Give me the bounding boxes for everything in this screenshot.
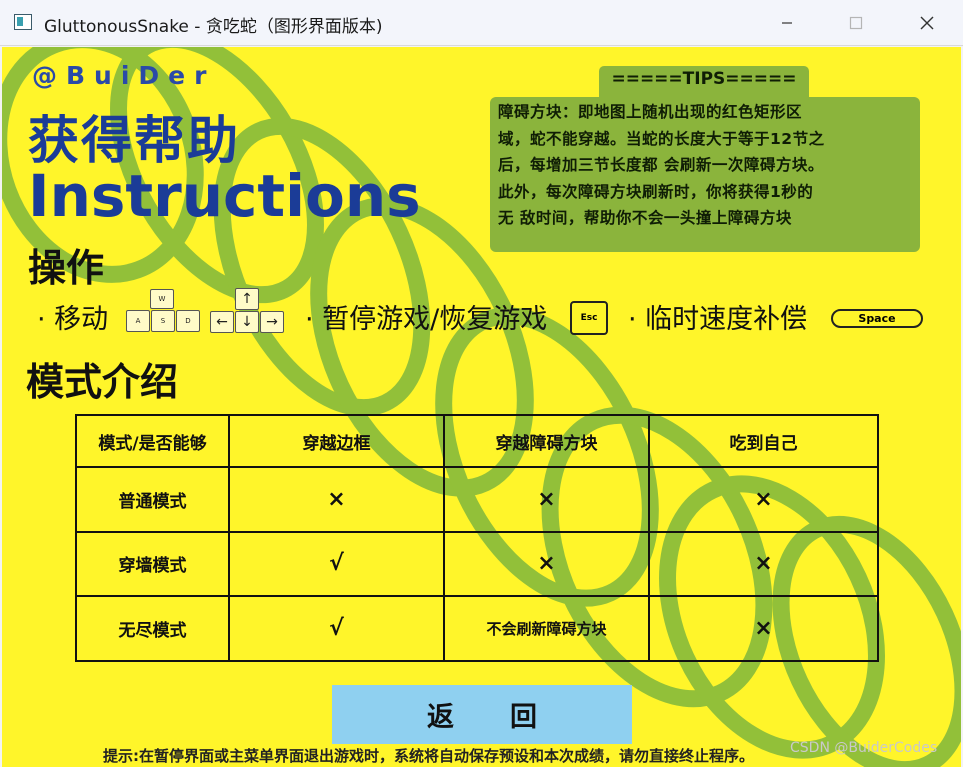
a-key-icon: A [126,310,150,332]
move-label: · 移动 [37,304,109,335]
help-screen: @BuiDer 获得帮助 Instructions 障碍方块：即地图上随机出现的… [2,47,961,767]
app-icon [14,14,32,30]
exit-hint: 提示:在暂停界面或主菜单界面退出游戏时，系统将自动保存预设和本次成绩，请勿直接终… [103,747,755,765]
back-button[interactable]: 返回 [332,685,632,744]
pause-label: · 暂停游戏/恢复游戏 [305,304,548,335]
column-header: 穿越障碍方块 [443,414,650,468]
table-row: 穿墙模式 √ × × [75,530,879,598]
table-cell: × [648,530,879,598]
window-title: GluttonousSnake - 贪吃蛇（图形界面版本) [44,17,383,37]
column-header: 穿越边框 [228,414,445,468]
table-cell: √ [228,530,445,598]
watermark: CSDN @BuiderCodes [790,740,938,756]
w-key-icon: W [150,289,174,309]
tips-title: =====TIPS===== [599,66,809,102]
modes-title: 模式介绍 [26,360,179,404]
boost-label: · 临时速度补偿 [628,304,808,335]
table-header-row: 模式/是否能够 穿越边框 穿越障碍方块 吃到自己 [75,414,879,468]
table-cell: × [443,530,650,598]
controls-title: 操作 [28,246,105,290]
table-cell: × [648,595,879,662]
page-title-en: Instructions [28,162,421,230]
arrow-down-key-icon: ↓ [235,311,259,333]
minimize-icon[interactable] [764,0,810,46]
maximize-icon[interactable] [833,0,879,46]
mode-name: 穿墙模式 [75,530,230,598]
title-bar: GluttonousSnake - 贪吃蛇（图形界面版本) [0,0,963,46]
tips-box: 障碍方块：即地图上随机出现的红色矩形区 域，蛇不能穿越。当蛇的长度大于等于12节… [490,97,920,252]
mode-name: 无尽模式 [75,595,230,662]
close-icon[interactable] [904,0,950,46]
column-header: 模式/是否能够 [75,414,230,468]
mode-name: 普通模式 [75,466,230,533]
table-cell: × [228,466,445,533]
column-header: 吃到自己 [648,414,879,468]
table-row: 无尽模式 √ 不会刷新障碍方块 × [75,595,879,662]
table-cell: √ [228,595,445,662]
modes-table: 模式/是否能够 穿越边框 穿越障碍方块 吃到自己 普通模式 × × × 穿墙模式… [75,414,879,662]
table-cell: × [443,466,650,533]
table-row: 普通模式 × × × [75,466,879,533]
esc-key-icon: Esc [570,301,608,335]
arrow-right-key-icon: → [260,311,284,333]
tips-text: 障碍方块：即地图上随机出现的红色矩形区 域，蛇不能穿越。当蛇的长度大于等于12节… [498,103,825,227]
arrow-up-key-icon: ↑ [235,288,259,310]
table-cell: 不会刷新障碍方块 [443,595,650,662]
space-key-icon: Space [831,309,923,328]
author-credit: @BuiDer [32,61,216,90]
s-key-icon: S [151,310,175,332]
d-key-icon: D [176,310,200,332]
table-cell: × [648,466,879,533]
arrow-left-key-icon: ← [210,311,234,333]
